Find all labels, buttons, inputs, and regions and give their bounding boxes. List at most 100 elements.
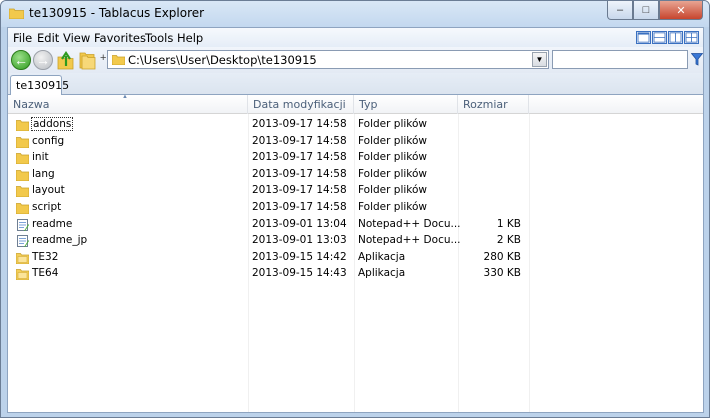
client-area: File Edit View Favorites Tools Help ← → — [7, 27, 704, 413]
vertical-split-icon[interactable] — [668, 31, 683, 44]
file-size: 2 KB — [496, 234, 521, 247]
file-type: Folder plików — [358, 201, 428, 213]
column-date[interactable]: Data modyfikacji — [248, 95, 354, 114]
back-arrow-icon: ← — [14, 52, 28, 68]
file-date: 2013-09-17 14:58 — [252, 167, 347, 180]
file-date: 2013-09-17 14:58 — [252, 184, 347, 197]
column-type[interactable]: Typ — [354, 95, 458, 114]
file-name[interactable]: init — [32, 151, 49, 163]
pane-layout-buttons — [636, 31, 699, 44]
list-item[interactable]: readme_jp 2013-09-01 13:03 Notepad++ Docu.… — [8, 233, 703, 250]
menu-help[interactable]: Help — [177, 31, 203, 45]
menu-bar: File Edit View Favorites Tools Help — [8, 28, 703, 47]
menu-edit[interactable]: Edit — [37, 31, 59, 45]
file-name[interactable]: layout — [32, 184, 65, 196]
toolbar: ← → + C:\Users\User\Desktop\te130915 ▼ — [8, 47, 703, 73]
folder-icon — [16, 153, 29, 165]
list-item[interactable]: lang 2013-09-17 14:58 Folder plików — [8, 167, 703, 184]
file-list[interactable]: Nazwa ▲ Data modyfikacji Typ Rozmiar add… — [8, 94, 703, 412]
column-size-label: Rozmiar — [463, 98, 508, 111]
file-type: Aplikacja — [358, 267, 406, 280]
file-type: Aplikacja — [358, 250, 406, 263]
column-date-label: Data modyfikacji — [253, 98, 346, 111]
chevron-down-icon: ▼ — [535, 55, 544, 64]
column-type-label: Typ — [359, 98, 378, 111]
filter-icon[interactable] — [691, 53, 703, 66]
folder-icon — [16, 120, 29, 131]
list-item[interactable]: addons 2013-09-17 14:58 Folder plików — [8, 117, 703, 134]
file-date: 2013-09-17 14:58 — [252, 151, 347, 164]
tab-te130915[interactable]: te130915 — [10, 75, 69, 96]
file-date: 2013-09-01 13:04 — [252, 217, 347, 230]
application-icon — [16, 252, 29, 264]
file-type: Folder plików — [358, 134, 428, 147]
list-item[interactable]: TE64 2013-09-15 14:43 Aplikacja 330 KB — [8, 266, 703, 283]
list-item[interactable]: init 2013-09-17 14:58 Folder plików — [8, 150, 703, 167]
tab-bar: te130915 — [8, 73, 703, 96]
sort-ascending-icon: ▲ — [122, 94, 128, 100]
file-name[interactable]: addons — [30, 117, 74, 131]
file-type: Folder plików — [358, 184, 428, 197]
file-name[interactable]: readme_jp — [32, 234, 87, 246]
menu-file[interactable]: File — [13, 31, 32, 45]
forward-button[interactable]: → — [33, 50, 53, 70]
app-window: te130915 - Tablacus Explorer ‒ □ ✕ File … — [0, 0, 710, 418]
list-item[interactable]: layout 2013-09-17 14:58 Folder plików — [8, 183, 703, 200]
file-name[interactable]: lang — [32, 168, 55, 180]
folder-icon — [16, 169, 29, 181]
text-file-icon — [17, 235, 29, 248]
menu-tools[interactable]: Tools — [145, 31, 173, 45]
text-file-icon — [17, 218, 29, 231]
forward-arrow-icon: → — [36, 52, 50, 68]
file-name[interactable]: script — [32, 201, 61, 213]
file-date: 2013-09-17 14:58 — [252, 201, 347, 213]
folders-icon[interactable] — [78, 50, 96, 70]
close-button[interactable]: ✕ — [659, 1, 703, 20]
file-date: 2013-09-17 14:58 — [252, 118, 347, 130]
folder-icon — [16, 186, 29, 198]
address-text[interactable]: C:\Users\User\Desktop\te130915 — [128, 53, 317, 67]
folder-icon — [16, 203, 29, 214]
list-item[interactable]: config 2013-09-17 14:58 Folder plików — [8, 134, 703, 151]
file-type: Folder plików — [358, 118, 428, 130]
folder-icon — [16, 136, 29, 148]
file-type: Folder plików — [358, 151, 428, 164]
tab-label: te130915 — [16, 79, 70, 92]
address-expand[interactable]: + — [100, 52, 106, 64]
folder-icon — [112, 55, 125, 65]
file-name[interactable]: config — [32, 135, 64, 147]
file-date: 2013-09-01 13:03 — [252, 234, 347, 247]
back-button[interactable]: ← — [11, 50, 31, 70]
list-item[interactable]: readme 2013-09-01 13:04 Notepad++ Docu... 1… — [8, 217, 703, 234]
file-name[interactable]: readme — [32, 218, 72, 230]
column-name-label: Nazwa — [13, 98, 50, 111]
list-item[interactable]: TE32 2013-09-15 14:42 Aplikacja 280 KB — [8, 250, 703, 267]
address-bar[interactable]: C:\Users\User\Desktop\te130915 ▼ — [107, 50, 549, 69]
column-size[interactable]: Rozmiar — [458, 95, 529, 114]
minimize-button[interactable]: ‒ — [607, 1, 633, 20]
file-size: 1 KB — [496, 217, 521, 230]
file-type: Folder plików — [358, 167, 428, 180]
single-pane-icon[interactable] — [636, 31, 651, 44]
address-dropdown-button[interactable]: ▼ — [532, 52, 547, 67]
horizontal-split-icon[interactable] — [652, 31, 667, 44]
column-name[interactable]: Nazwa ▲ — [8, 94, 248, 114]
title-bar[interactable]: te130915 - Tablacus Explorer ‒ □ ✕ — [1, 1, 709, 27]
file-date: 2013-09-15 14:43 — [252, 267, 347, 280]
file-name[interactable]: TE64 — [32, 267, 58, 279]
menu-view[interactable]: View — [63, 31, 90, 45]
window-controls: ‒ □ ✕ — [607, 1, 703, 20]
file-size: 280 KB — [483, 250, 521, 263]
menu-favorites[interactable]: Favorites — [94, 31, 146, 45]
list-item[interactable]: script 2013-09-17 14:58 Folder plików — [8, 200, 703, 217]
search-input[interactable] — [552, 50, 688, 69]
file-name[interactable]: TE32 — [32, 251, 58, 263]
quad-split-icon[interactable] — [684, 31, 699, 44]
folder-icon — [9, 8, 24, 19]
file-date: 2013-09-15 14:42 — [252, 250, 347, 263]
maximize-button[interactable]: □ — [633, 1, 659, 20]
file-type: Notepad++ Docu... — [358, 234, 461, 247]
up-folder-icon[interactable] — [57, 50, 74, 70]
file-size: 330 KB — [483, 267, 521, 280]
file-type: Notepad++ Docu... — [358, 217, 461, 230]
